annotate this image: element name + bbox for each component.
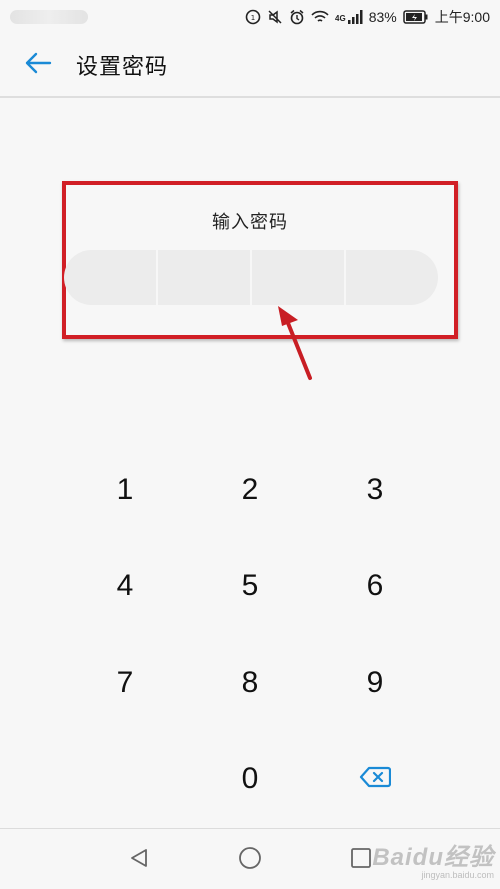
key-5[interactable]: 5 (190, 541, 310, 631)
pin-digit-slot[interactable] (346, 250, 438, 305)
status-bar: 1 4G 83% 上午9:00 (0, 0, 500, 34)
hd-call-icon: 1 (245, 9, 261, 25)
key-1[interactable]: 1 (65, 445, 185, 535)
key-3[interactable]: 3 (315, 445, 435, 535)
network-type-label: 4G (335, 14, 346, 23)
watermark: Baidu经验 jingyan.baidu.com (372, 837, 494, 880)
key-6[interactable]: 6 (315, 541, 435, 631)
battery-icon (403, 10, 429, 24)
alarm-icon (289, 9, 305, 25)
watermark-url: jingyan.baidu.com (421, 870, 494, 880)
svg-text:1: 1 (251, 14, 255, 22)
pin-digit-slot[interactable] (158, 250, 252, 305)
numeric-keypad: 1 2 3 4 5 6 7 8 9 0 (0, 440, 500, 830)
square-recents-icon (350, 847, 372, 874)
triangle-back-icon (128, 847, 150, 874)
status-notification-blurred (10, 10, 88, 24)
key-7[interactable]: 7 (65, 638, 185, 728)
pin-digit-slot[interactable] (64, 250, 158, 305)
wifi-icon (311, 9, 329, 25)
status-icons: 1 4G 83% 上午9:00 (245, 7, 490, 27)
key-0[interactable]: 0 (190, 734, 310, 824)
page-title: 设置密码 (76, 54, 169, 79)
pin-input-field[interactable] (64, 250, 438, 305)
key-4[interactable]: 4 (65, 541, 185, 631)
watermark-brand: Baidu经验 (372, 844, 494, 871)
pin-digit-slot[interactable] (252, 250, 346, 305)
app-header: 设置密码 (0, 34, 500, 98)
status-time: 上午9:00 (434, 9, 490, 25)
back-button[interactable] (18, 45, 58, 85)
back-arrow-icon (24, 51, 52, 80)
pin-prompt: 输入密码 (212, 212, 288, 232)
key-8[interactable]: 8 (190, 638, 310, 728)
annotation-arrow-icon (278, 306, 312, 380)
circle-home-icon (238, 846, 262, 875)
backspace-icon (359, 762, 392, 796)
nav-home-button[interactable] (235, 845, 265, 875)
key-2[interactable]: 2 (190, 445, 310, 535)
system-nav-bar: Baidu经验 jingyan.baidu.com (0, 828, 500, 889)
key-9[interactable]: 9 (315, 638, 435, 728)
battery-percent: 83% (368, 9, 397, 25)
nav-back-button[interactable] (124, 845, 154, 875)
signal-icon (347, 9, 363, 25)
mute-icon (267, 9, 283, 25)
backspace-key[interactable] (315, 734, 435, 824)
